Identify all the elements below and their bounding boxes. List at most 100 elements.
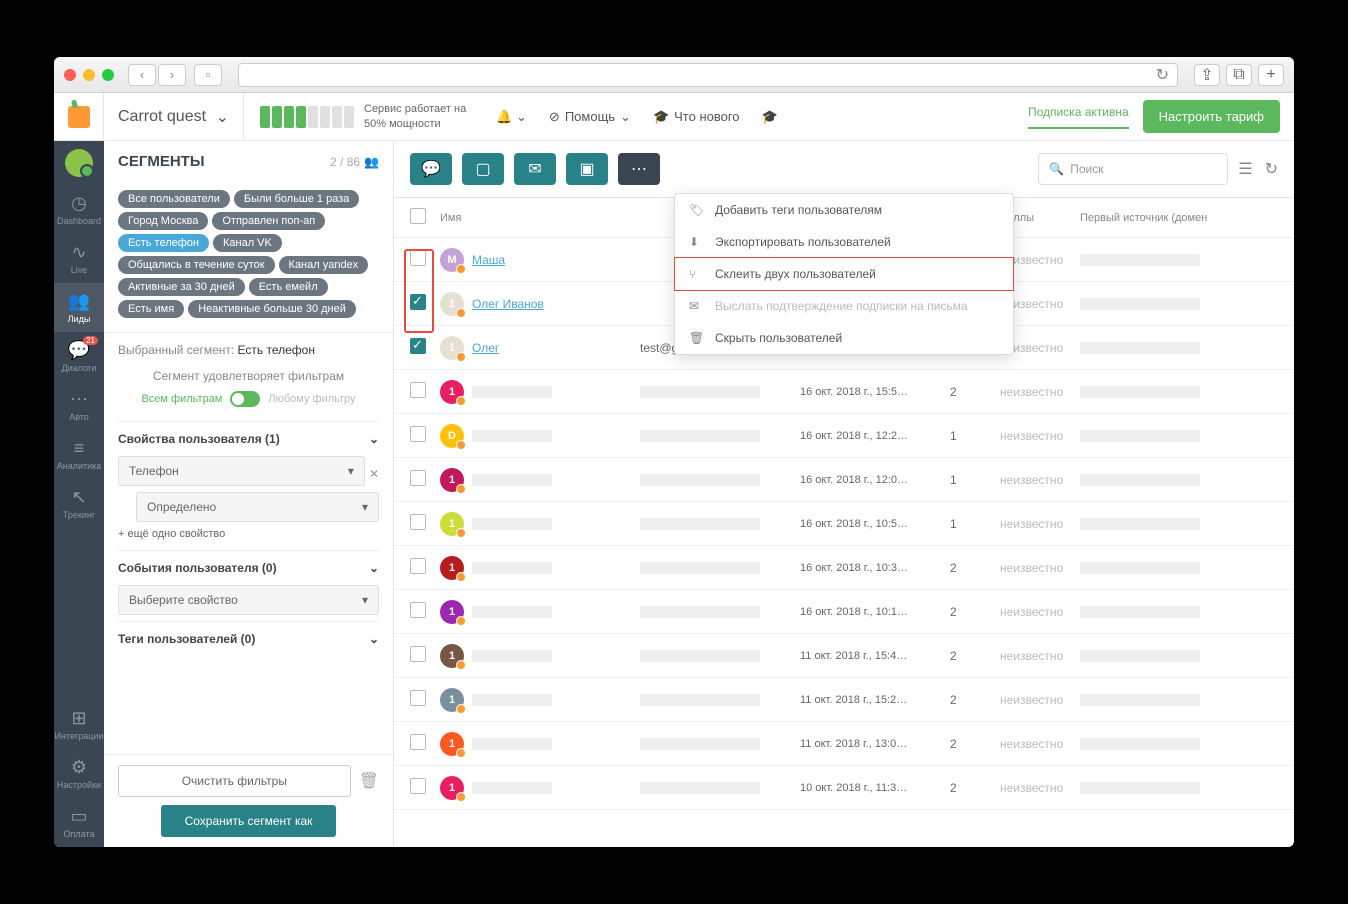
- row-checkbox[interactable]: [410, 514, 426, 530]
- help-menu[interactable]: ⊘ Помощь ⌄: [549, 109, 631, 125]
- minimize-dot[interactable]: [83, 69, 95, 81]
- dd-export[interactable]: ⬇Экспортировать пользователей: [675, 226, 1013, 258]
- user-name-link[interactable]: Олег Иванов: [472, 297, 544, 311]
- nav-leads[interactable]: 👥Лиды: [54, 283, 104, 332]
- share-icon[interactable]: ⇪: [1194, 64, 1220, 86]
- segment-tag[interactable]: Канал VK: [213, 234, 282, 252]
- trash-icon[interactable]: 🗑: [359, 771, 379, 791]
- segment-tag[interactable]: Все пользователи: [118, 190, 230, 208]
- refresh-icon[interactable]: ↻: [1265, 159, 1278, 179]
- blurred-name: [472, 430, 552, 442]
- table-row[interactable]: 1 16 окт. 2018 г., 10:5… 1 неизвестно: [394, 502, 1294, 546]
- nav-integrations[interactable]: ⊞Интеграции: [54, 700, 104, 749]
- segment-tag[interactable]: Активные за 30 дней: [118, 278, 245, 296]
- user-name-link[interactable]: Олег: [472, 341, 499, 355]
- segment-tag[interactable]: Общались в течение суток: [118, 256, 275, 274]
- nav-auto[interactable]: ⋯Авто: [54, 381, 104, 430]
- table-row[interactable]: D 16 окт. 2018 г., 12:2… 1 неизвестно: [394, 414, 1294, 458]
- table-row[interactable]: 1 11 окт. 2018 г., 15:2… 2 неизвестно: [394, 678, 1294, 722]
- tariff-button[interactable]: Настроить тариф: [1143, 100, 1280, 133]
- table-row[interactable]: 1 16 окт. 2018 г., 10:1… 2 неизвестно: [394, 590, 1294, 634]
- app-selector[interactable]: Carrot quest ⌄: [104, 93, 244, 140]
- add-property-link[interactable]: + ещё одно свойство: [118, 528, 379, 540]
- bell-icon[interactable]: 🔔 ⌄: [496, 109, 527, 125]
- whatsnew-menu[interactable]: 🎓 Что нового: [653, 109, 740, 125]
- row-checkbox[interactable]: [410, 426, 426, 442]
- event-select[interactable]: Выберите свойство▾: [118, 585, 379, 615]
- filter-toggle[interactable]: [230, 391, 260, 407]
- dd-add-tags[interactable]: 🏷Добавить теги пользователям: [675, 194, 1013, 226]
- table-row[interactable]: 1 11 окт. 2018 г., 13:0… 2 неизвестно: [394, 722, 1294, 766]
- prop-select-phone[interactable]: Телефон▾: [118, 456, 365, 486]
- nav-payment[interactable]: ▭Оплата: [54, 798, 104, 847]
- segment-tag[interactable]: Неактивные больше 30 дней: [188, 300, 356, 318]
- nav-settings[interactable]: ⚙Настройки: [54, 749, 104, 798]
- prop-condition-select[interactable]: Определено▾: [136, 492, 379, 522]
- nav-dashboard[interactable]: ◷Dashboard: [54, 185, 104, 234]
- back-button[interactable]: ‹: [128, 64, 156, 86]
- segment-tag[interactable]: Были больше 1 раза: [234, 190, 360, 208]
- sidebar-toggle[interactable]: ▫: [194, 64, 222, 86]
- user-name-link[interactable]: Маша: [472, 253, 505, 267]
- row-checkbox[interactable]: [410, 646, 426, 662]
- new-tab-icon[interactable]: +: [1258, 64, 1284, 86]
- nav-live[interactable]: ∿Live: [54, 234, 104, 283]
- reload-icon[interactable]: ↻: [1156, 65, 1169, 85]
- user-props-header[interactable]: Свойства пользователя (1)⌄: [118, 421, 379, 456]
- segment-tag[interactable]: Есть имя: [118, 300, 184, 318]
- dd-hide[interactable]: 🗑Скрыть пользователей: [675, 322, 1013, 354]
- close-dot[interactable]: [64, 69, 76, 81]
- action-email-button[interactable]: ✉: [514, 153, 556, 185]
- clear-filters-button[interactable]: Очистить фильтры: [118, 765, 351, 797]
- action-block-button[interactable]: ▣: [566, 153, 608, 185]
- nav-tracking[interactable]: ↖Трекинг: [54, 479, 104, 528]
- save-segment-button[interactable]: Сохранить сегмент как: [161, 805, 337, 837]
- action-chat-button[interactable]: 💬: [410, 153, 452, 185]
- table-row[interactable]: 1 11 окт. 2018 г., 15:4… 2 неизвестно: [394, 634, 1294, 678]
- row-checkbox[interactable]: [410, 778, 426, 794]
- forward-button[interactable]: ›: [158, 64, 186, 86]
- blurred-email: [640, 606, 760, 618]
- grad-icon[interactable]: 🎓: [762, 109, 778, 125]
- table-row[interactable]: 1 16 окт. 2018 г., 12:0… 1 неизвестно: [394, 458, 1294, 502]
- row-checkbox[interactable]: [410, 558, 426, 574]
- table-row[interactable]: 1 10 окт. 2018 г., 11:3… 2 неизвестно: [394, 766, 1294, 810]
- app-window: ‹ › ▫ ↻ ⇪ ⧉ + Carrot quest ⌄ Сервис рабо…: [54, 57, 1294, 847]
- col-source[interactable]: Первый источник (домен: [1080, 212, 1278, 224]
- url-bar[interactable]: ↻: [238, 63, 1178, 87]
- segment-tag[interactable]: Отправлен поп-ап: [212, 212, 325, 230]
- table-row[interactable]: 1 16 окт. 2018 г., 10:3… 2 неизвестно: [394, 546, 1294, 590]
- segment-tag[interactable]: Есть телефон: [118, 234, 209, 252]
- select-all-checkbox[interactable]: [410, 208, 426, 224]
- row-checkbox[interactable]: [410, 294, 426, 310]
- filter-any-label[interactable]: Любому фильтру: [268, 393, 355, 405]
- filter-all-label[interactable]: Всем фильтрам: [141, 393, 222, 405]
- segment-tag[interactable]: Есть емейл: [249, 278, 328, 296]
- activity-cell: 16 окт. 2018 г., 12:2…: [800, 430, 950, 442]
- more-actions-button[interactable]: ⋯: [618, 153, 660, 185]
- action-popup-button[interactable]: ▢: [462, 153, 504, 185]
- nav-analytics[interactable]: ≡Аналитика: [54, 430, 104, 479]
- filter-icon[interactable]: ☰: [1238, 159, 1252, 179]
- user-avatar[interactable]: [65, 149, 93, 177]
- row-checkbox[interactable]: [410, 734, 426, 750]
- row-checkbox[interactable]: [410, 690, 426, 706]
- segment-tag[interactable]: Канал yandex: [279, 256, 369, 274]
- row-checkbox[interactable]: [410, 338, 426, 354]
- segment-tag[interactable]: Город Москва: [118, 212, 208, 230]
- row-checkbox[interactable]: [410, 602, 426, 618]
- nav-dialogs[interactable]: 21💬Диалоги: [54, 332, 104, 381]
- row-checkbox[interactable]: [410, 470, 426, 486]
- tabs-icon[interactable]: ⧉: [1226, 64, 1252, 86]
- logo-cell[interactable]: [54, 93, 104, 141]
- checkbox-highlight: [404, 249, 434, 333]
- search-input[interactable]: 🔍Поиск: [1038, 153, 1228, 185]
- table-row[interactable]: 1 16 окт. 2018 г., 15:5… 2 неизвестно: [394, 370, 1294, 414]
- dd-merge[interactable]: ⑂Склеить двух пользователей: [674, 257, 1014, 291]
- row-checkbox[interactable]: [410, 382, 426, 398]
- tags-header[interactable]: Теги пользователей (0)⌄: [118, 621, 379, 656]
- maximize-dot[interactable]: [102, 69, 114, 81]
- col-name[interactable]: Имя: [440, 212, 640, 224]
- remove-prop-icon[interactable]: ✕: [369, 467, 379, 481]
- events-header[interactable]: События пользователя (0)⌄: [118, 550, 379, 585]
